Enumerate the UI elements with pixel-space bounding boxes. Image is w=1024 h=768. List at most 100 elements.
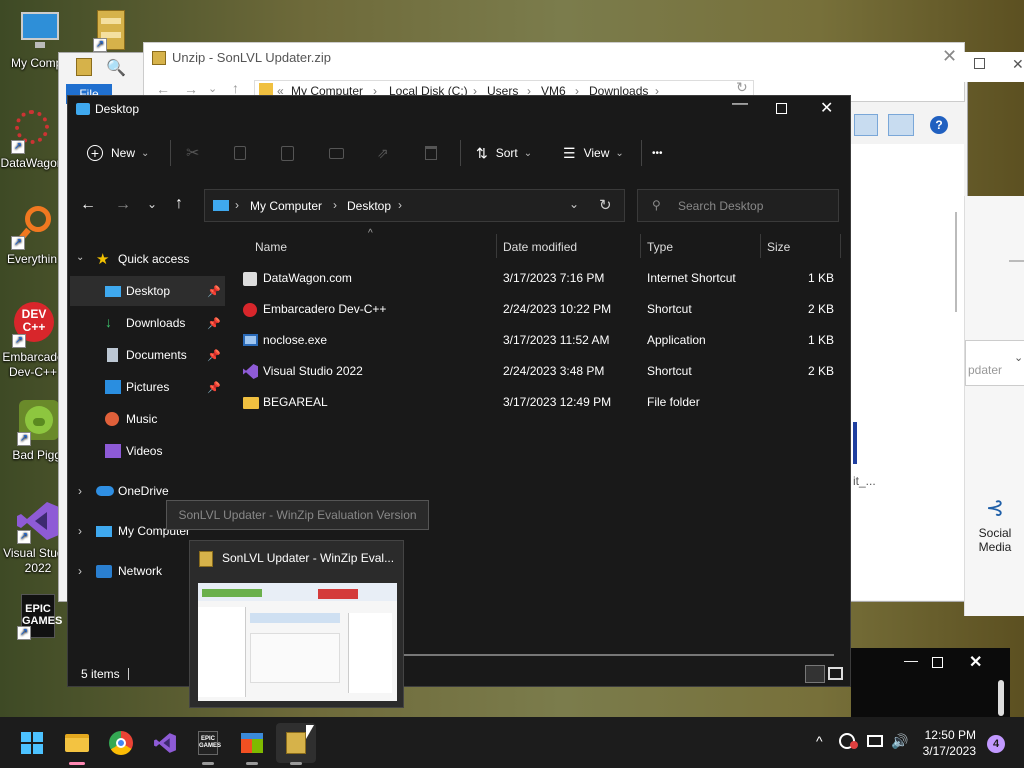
sort-button[interactable]: ⇅ Sort ⌄: [476, 138, 532, 168]
taskbar-chrome[interactable]: [101, 723, 141, 763]
up-arrow-icon[interactable]: ↑: [175, 195, 183, 213]
help-icon[interactable]: ?: [930, 116, 948, 134]
social-media-button[interactable]: ⊰ Social Media: [969, 494, 1021, 564]
maximize-icon[interactable]: [932, 657, 943, 668]
devcpp-icon: DEV C++ ↗: [10, 302, 56, 348]
winzip-icon: [76, 58, 92, 76]
desktop-icon-winzip[interactable]: ↗: [88, 8, 134, 54]
search-icon: ⚲: [652, 198, 661, 212]
nav-onedrive[interactable]: OneDrive: [118, 484, 169, 498]
nav-item-desktop[interactable]: Desktop 📌: [70, 276, 225, 306]
winzip-right-panel: pdater ⌄ ⊰ Social Media: [964, 196, 1024, 616]
taskbar-thumbnail-preview[interactable]: SonLVL Updater - WinZip Eval...: [189, 540, 404, 708]
layout-bottom-icon[interactable]: [888, 114, 914, 136]
winzip-cabinet-icon: ↗: [91, 8, 131, 52]
close-icon[interactable]: ✕: [1012, 56, 1024, 73]
show-hidden-icons-chevron-icon[interactable]: ^: [816, 733, 823, 749]
nav-item-downloads[interactable]: ↓ Downloads 📌: [70, 308, 225, 338]
folder-icon: [243, 397, 259, 409]
winzip-icon: [152, 51, 166, 65]
paste-icon[interactable]: [281, 138, 294, 168]
layout-pane-icon[interactable]: [854, 114, 878, 136]
taskbar-file-explorer[interactable]: [57, 723, 97, 765]
file-row[interactable]: DataWagon.com 3/17/2023 7:16 PM Internet…: [236, 263, 842, 294]
pin-icon[interactable]: 📌: [207, 349, 221, 362]
expand-chevron-icon[interactable]: ›: [78, 564, 82, 578]
file-row[interactable]: BEGAREAL 3/17/2023 12:49 PM File folder: [236, 387, 842, 418]
minimize-icon[interactable]: —: [904, 652, 918, 668]
nav-item-music[interactable]: Music: [70, 404, 225, 434]
pin-icon[interactable]: 📌: [207, 381, 221, 394]
nav-quick-access[interactable]: Quick access: [118, 252, 189, 266]
forward-arrow-icon[interactable]: →: [115, 196, 131, 214]
nav-item-pictures[interactable]: Pictures 📌: [70, 372, 225, 402]
recent-locations-chevron-icon[interactable]: ⌄: [147, 197, 157, 211]
scrollbar[interactable]: [955, 212, 957, 312]
details-view-icon[interactable]: [805, 665, 825, 683]
share-icon[interactable]: ⇗: [377, 138, 389, 168]
chevron-down-icon[interactable]: ⌄: [208, 82, 217, 95]
search-box[interactable]: ⚲ Search Desktop: [637, 189, 839, 222]
large-icons-view-icon[interactable]: [828, 667, 843, 680]
refresh-icon[interactable]: ↻: [599, 196, 612, 214]
clock-time[interactable]: 12:50 PM: [924, 728, 976, 742]
alert-badge-icon: [850, 741, 858, 749]
copy-icon[interactable]: [234, 138, 246, 168]
view-button[interactable]: ☰ View ⌄: [563, 138, 624, 168]
column-header-date[interactable]: Date modified: [503, 240, 577, 254]
refresh-icon[interactable]: ↻: [736, 79, 748, 96]
maximize-icon[interactable]: [974, 58, 985, 69]
column-header-type[interactable]: Type: [647, 240, 673, 254]
taskbar-epic-games[interactable]: EPIC GAMES: [188, 723, 228, 765]
taskbar-visual-studio[interactable]: [145, 723, 185, 763]
volume-icon[interactable]: 🔊: [891, 733, 908, 750]
file-row[interactable]: Visual Studio 2022 2/24/2023 3:48 PM Sho…: [236, 356, 842, 387]
pin-icon[interactable]: 📌: [207, 285, 221, 298]
magnifier-icon[interactable]: 🔍: [106, 58, 126, 78]
breadcrumb-segment[interactable]: My Computer: [250, 199, 322, 213]
column-header-name[interactable]: Name: [255, 240, 287, 254]
minimize-icon[interactable]: —: [732, 96, 748, 113]
rename-icon[interactable]: [329, 138, 344, 168]
unzip-window[interactable]: Unzip - SonLVL Updater.zip ✕ ← → ⌄ ↑ « M…: [143, 42, 965, 102]
delete-icon[interactable]: [425, 138, 437, 168]
start-button[interactable]: [12, 723, 52, 763]
chevron-down-icon[interactable]: ⌄: [569, 197, 579, 211]
file-row[interactable]: noclose.exe 3/17/2023 11:52 AM Applicati…: [236, 325, 842, 356]
expand-chevron-icon[interactable]: ›: [78, 524, 82, 538]
more-options-button[interactable]: •••: [652, 138, 663, 168]
close-icon[interactable]: ✕: [820, 98, 833, 118]
shortcut-arrow-icon: ↗: [17, 530, 31, 544]
clock-date[interactable]: 3/17/2023: [920, 744, 976, 758]
horizontal-scrollbar[interactable]: [402, 654, 834, 656]
up-arrow-icon[interactable]: ↑: [232, 80, 239, 96]
column-header-size[interactable]: Size: [767, 240, 790, 254]
address-bar[interactable]: › My Computer › Desktop › ⌄ ↻: [204, 189, 625, 222]
sort-ascending-icon: ^: [368, 228, 373, 239]
maximize-icon[interactable]: [776, 103, 787, 114]
close-icon[interactable]: ✕: [969, 652, 982, 672]
taskbar-microsoft-store[interactable]: [232, 723, 272, 765]
onedrive-cloud-icon: [96, 486, 114, 496]
close-icon[interactable]: ✕: [942, 46, 957, 67]
breadcrumb-segment[interactable]: Desktop: [347, 199, 391, 213]
notification-badge[interactable]: 4: [987, 735, 1005, 753]
view-list-icon: ☰: [563, 144, 576, 161]
network-icon: [96, 565, 112, 578]
network-monitor-icon[interactable]: [867, 735, 883, 747]
expand-chevron-icon[interactable]: ›: [78, 484, 82, 498]
back-arrow-icon[interactable]: ←: [80, 196, 96, 214]
nav-item-documents[interactable]: Documents 📌: [70, 340, 225, 370]
nav-network[interactable]: Network: [118, 564, 162, 578]
cut-icon[interactable]: ✂: [186, 138, 199, 168]
nav-item-videos[interactable]: Videos: [70, 436, 225, 466]
file-row[interactable]: Embarcadero Dev-C++ 2/24/2023 10:22 PM S…: [236, 294, 842, 325]
search-input[interactable]: Search Desktop: [678, 199, 763, 213]
chevron-down-icon[interactable]: ⌄: [1014, 351, 1023, 364]
winzip-ribbon-icons: ?: [850, 108, 964, 144]
new-button[interactable]: + New ⌄: [87, 138, 149, 168]
pin-icon[interactable]: 📌: [207, 317, 221, 330]
expand-chevron-icon[interactable]: ⌄: [76, 252, 84, 263]
status-item-count: 5 items: [81, 667, 120, 681]
scrollbar[interactable]: [998, 680, 1004, 716]
